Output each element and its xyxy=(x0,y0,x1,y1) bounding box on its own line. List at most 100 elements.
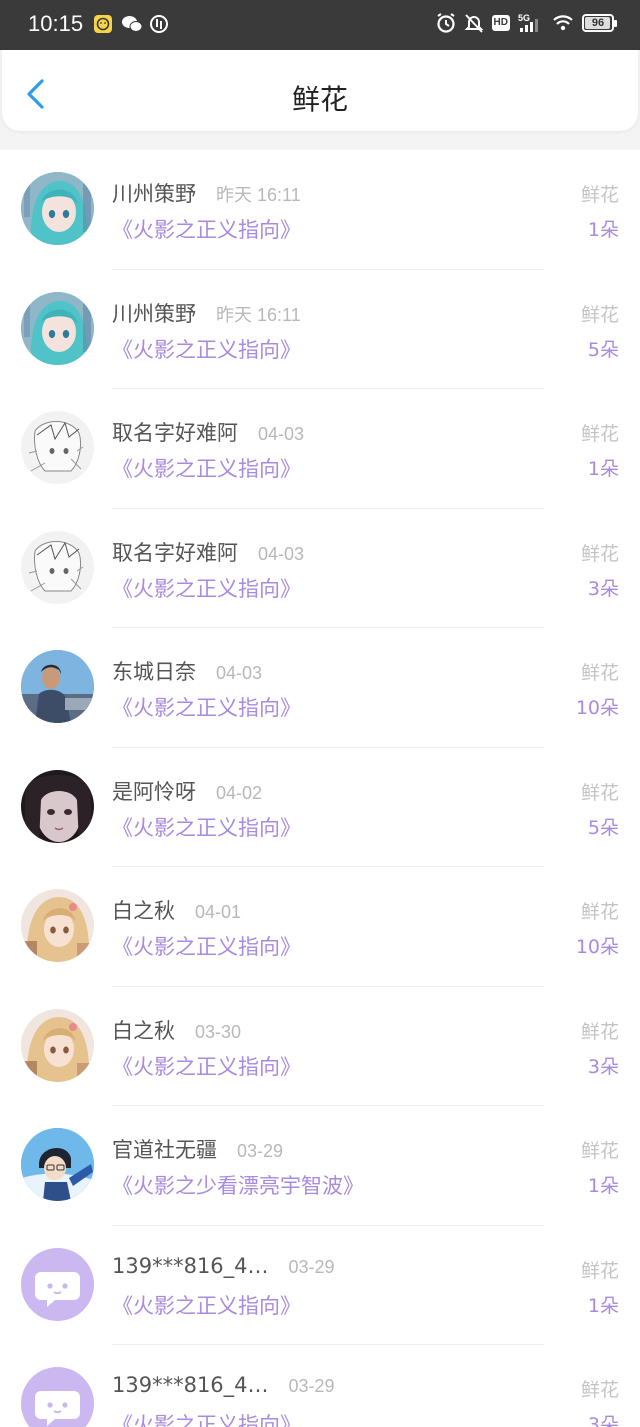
name-line: 川州策野 昨天 16:11 xyxy=(112,178,301,208)
name-line: 官道社无疆 03-29 xyxy=(112,1134,283,1164)
name-line: 川州策野 昨天 16:11 xyxy=(112,298,301,328)
user-name[interactable]: 东城日奈 xyxy=(112,656,196,686)
gift-count: 1朵 xyxy=(587,1175,619,1197)
header-area: 鲜花 xyxy=(0,50,640,150)
avatar[interactable] xyxy=(21,889,94,962)
name-line: 东城日奈 04-03 xyxy=(112,656,262,686)
avatar[interactable] xyxy=(21,1367,94,1427)
name-line: 取名字好难阿 04-03 xyxy=(112,417,304,447)
name-line: 139***816_4… 03-29 xyxy=(112,1373,335,1397)
gift-record-row[interactable]: 139***816_4… 03-29 《火影之正义指向》 鲜花 1朵 xyxy=(0,1226,640,1345)
book-title-link[interactable]: 《火影之正义指向》 xyxy=(112,1290,301,1320)
svg-text:5G: 5G xyxy=(518,13,530,23)
avatar[interactable] xyxy=(21,1247,94,1321)
gift-type-label: 鲜花 xyxy=(580,662,619,684)
user-name[interactable]: 取名字好难阿 xyxy=(112,417,238,447)
gift-count: 5朵 xyxy=(587,816,619,839)
gift-record-row[interactable]: 取名字好难阿 04-03 《火影之正义指向》 鲜花 3朵 xyxy=(0,509,640,628)
gift-count: 10朵 xyxy=(575,936,619,958)
gift-type-label: 鲜花 xyxy=(580,901,619,923)
book-title-link[interactable]: 《火影之正义指向》 xyxy=(112,573,301,603)
smiley-app-icon xyxy=(93,14,113,34)
gift-type-label: 鲜花 xyxy=(580,184,619,206)
gift-record-row[interactable]: 川州策野 昨天 16:11 《火影之正义指向》 鲜花 5朵 xyxy=(0,270,640,389)
alarm-icon xyxy=(436,12,456,34)
gift-record-list: 川州策野 昨天 16:11 《火影之正义指向》 鲜花 1朵 川州策野 昨天 16… xyxy=(0,150,640,1427)
book-title-link[interactable]: 《火影之正义指向》 xyxy=(112,1051,301,1081)
circle-app-icon xyxy=(149,14,169,34)
gift-time: 03-29 xyxy=(288,1256,335,1277)
gift-time: 昨天 16:11 xyxy=(216,304,301,325)
hd-icon: HD xyxy=(491,15,510,31)
gift-time: 04-02 xyxy=(216,782,263,803)
gift-type-label: 鲜花 xyxy=(580,1379,619,1401)
avatar[interactable] xyxy=(21,769,94,843)
user-name[interactable]: 139***816_4… xyxy=(112,1254,269,1278)
gift-type-label: 鲜花 xyxy=(580,542,619,565)
user-name[interactable]: 川州策野 xyxy=(112,298,196,328)
book-title-link[interactable]: 《火影之正义指向》 xyxy=(112,214,301,244)
gift-time: 昨天 16:11 xyxy=(216,185,301,205)
user-name[interactable]: 白之秋 xyxy=(112,895,175,925)
book-title-link[interactable]: 《火影之少看漂亮宇智波》 xyxy=(112,1170,364,1200)
gift-type-label: 鲜花 xyxy=(580,303,619,326)
avatar[interactable] xyxy=(21,291,94,365)
gift-record-row[interactable]: 139***816_4… 03-29 《火影之正义指向》 鲜花 3朵 xyxy=(0,1345,640,1427)
gift-count: 1朵 xyxy=(587,458,619,480)
gift-count: 3朵 xyxy=(587,1414,619,1427)
gift-time: 03-30 xyxy=(195,1021,242,1042)
name-line: 是阿怜呀 04-02 xyxy=(112,776,262,806)
gift-count: 5朵 xyxy=(587,338,619,361)
gift-type-label: 鲜花 xyxy=(580,781,619,804)
user-name[interactable]: 是阿怜呀 xyxy=(112,776,196,806)
gift-record-row[interactable]: 取名字好难阿 04-03 《火影之正义指向》 鲜花 1朵 xyxy=(0,389,640,509)
page-title: 鲜花 xyxy=(291,83,348,116)
user-name[interactable]: 官道社无疆 xyxy=(112,1134,217,1164)
gift-type-label: 鲜花 xyxy=(580,1140,619,1162)
gift-count: 1朵 xyxy=(587,219,619,241)
name-line: 白之秋 04-01 xyxy=(112,895,241,925)
user-name[interactable]: 川州策野 xyxy=(112,178,196,208)
user-name[interactable]: 白之秋 xyxy=(112,1015,175,1045)
user-name[interactable]: 取名字好难阿 xyxy=(112,537,238,567)
gift-count: 1朵 xyxy=(587,1294,619,1317)
gift-time: 03-29 xyxy=(237,1141,284,1161)
book-title-link[interactable]: 《火影之正义指向》 xyxy=(112,931,301,961)
header-bar: 鲜花 xyxy=(2,50,638,131)
gift-time: 04-03 xyxy=(258,543,305,564)
book-title-link[interactable]: 《火影之正义指向》 xyxy=(112,692,301,722)
book-title-link[interactable]: 《火影之正义指向》 xyxy=(112,812,301,842)
status-bar: 10:15 HD 5G 96 xyxy=(0,0,640,50)
wifi-icon xyxy=(552,12,574,34)
gift-record-row[interactable]: 是阿怜呀 04-02 《火影之正义指向》 鲜花 5朵 xyxy=(0,748,640,867)
gift-record-row[interactable]: 白之秋 04-01 《火影之正义指向》 鲜花 10朵 xyxy=(0,867,640,987)
gift-time: 04-03 xyxy=(258,424,305,444)
avatar[interactable] xyxy=(21,172,94,245)
book-title-link[interactable]: 《火影之正义指向》 xyxy=(112,1409,301,1427)
book-title-link[interactable]: 《火影之正义指向》 xyxy=(112,334,301,364)
gift-time: 04-03 xyxy=(216,663,263,683)
signal-5g-icon: 5G xyxy=(518,12,544,34)
avatar[interactable] xyxy=(21,1128,94,1201)
avatar[interactable] xyxy=(21,650,94,723)
gift-record-row[interactable]: 东城日奈 04-03 《火影之正义指向》 鲜花 10朵 xyxy=(0,628,640,748)
name-line: 139***816_4… 03-29 xyxy=(112,1254,335,1278)
gift-type-label: 鲜花 xyxy=(580,1259,619,1282)
gift-type-label: 鲜花 xyxy=(580,423,619,445)
status-app-icons xyxy=(93,14,169,34)
gift-time: 03-29 xyxy=(288,1376,335,1396)
wechat-icon xyxy=(121,14,143,34)
gift-record-row[interactable]: 官道社无疆 03-29 《火影之少看漂亮宇智波》 鲜花 1朵 xyxy=(0,1106,640,1226)
gift-record-row[interactable]: 川州策野 昨天 16:11 《火影之正义指向》 鲜花 1朵 xyxy=(0,150,640,270)
gift-count: 3朵 xyxy=(587,577,619,600)
gift-count: 3朵 xyxy=(587,1055,619,1078)
avatar[interactable] xyxy=(21,1008,94,1082)
book-title-link[interactable]: 《火影之正义指向》 xyxy=(112,453,301,483)
status-time: 10:15 xyxy=(28,11,84,36)
battery-icon: 96 xyxy=(582,14,617,32)
name-line: 白之秋 03-30 xyxy=(112,1015,241,1045)
avatar[interactable] xyxy=(21,530,94,604)
avatar[interactable] xyxy=(21,411,94,484)
gift-record-row[interactable]: 白之秋 03-30 《火影之正义指向》 鲜花 3朵 xyxy=(0,987,640,1106)
user-name[interactable]: 139***816_4… xyxy=(112,1373,269,1397)
